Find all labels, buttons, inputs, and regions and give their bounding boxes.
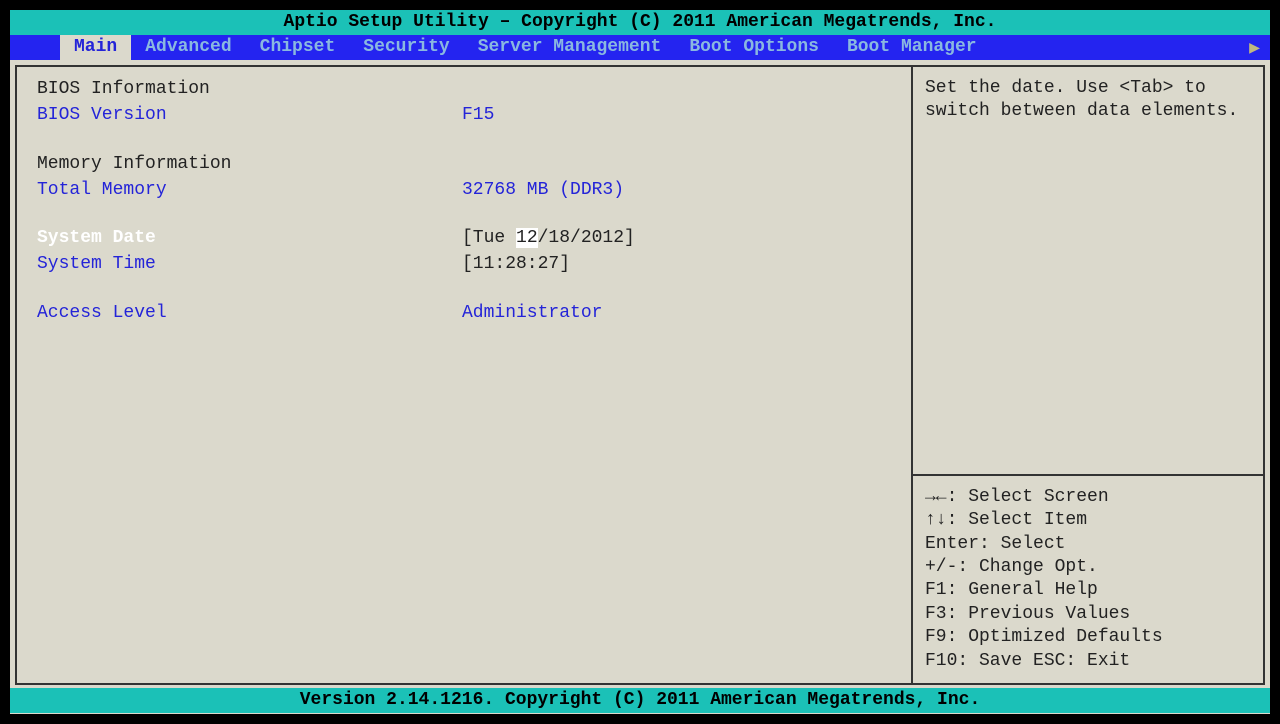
nav-select-screen: →←: Select Screen	[925, 486, 1251, 509]
system-date-value[interactable]: [Tue 12/18/2012]	[462, 226, 891, 250]
bios-screen: Aptio Setup Utility – Copyright (C) 2011…	[10, 10, 1270, 714]
nav-f10-esc: F10: Save ESC: Exit	[925, 650, 1251, 673]
tab-main[interactable]: Main	[60, 35, 131, 60]
system-date-label[interactable]: System Date	[37, 226, 462, 250]
nav-f1: F1: General Help	[925, 579, 1251, 602]
title-text: Aptio Setup Utility – Copyright (C) 2011…	[284, 12, 997, 32]
nav-enter: Enter: Select	[925, 533, 1251, 556]
total-memory-value: 32768 MB (DDR3)	[462, 178, 891, 202]
nav-help: →←: Select Screen ↑↓: Select Item Enter:…	[913, 474, 1263, 683]
nav-change-opt: +/-: Change Opt.	[925, 556, 1251, 579]
tab-bar: Main Advanced Chipset Security Server Ma…	[10, 35, 1270, 60]
tab-chipset[interactable]: Chipset	[246, 35, 350, 60]
content-frame: BIOS Information BIOS Version F15 Memory…	[15, 65, 1265, 685]
side-panel: Set the date. Use <Tab> to switch betwee…	[913, 67, 1263, 683]
bios-version-label: BIOS Version	[37, 103, 462, 127]
tab-server-management[interactable]: Server Management	[464, 35, 676, 60]
tab-advanced[interactable]: Advanced	[131, 35, 245, 60]
main-panel: BIOS Information BIOS Version F15 Memory…	[17, 67, 913, 683]
nav-select-item: ↑↓: Select Item	[925, 509, 1251, 532]
title-bar: Aptio Setup Utility – Copyright (C) 2011…	[10, 10, 1270, 35]
tab-scroll-right-icon[interactable]: ▶	[1249, 37, 1260, 59]
footer-text: Version 2.14.1216. Copyright (C) 2011 Am…	[300, 690, 981, 710]
tab-boot-options[interactable]: Boot Options	[675, 35, 833, 60]
access-level-value: Administrator	[462, 301, 891, 325]
memory-info-heading: Memory Information	[37, 152, 462, 176]
nav-f9: F9: Optimized Defaults	[925, 626, 1251, 649]
help-text: Set the date. Use <Tab> to switch betwee…	[913, 67, 1263, 474]
tab-security[interactable]: Security	[349, 35, 463, 60]
tab-boot-manager[interactable]: Boot Manager	[833, 35, 991, 60]
system-time-label[interactable]: System Time	[37, 252, 462, 276]
access-level-label: Access Level	[37, 301, 462, 325]
system-time-value[interactable]: [11:28:27]	[462, 252, 891, 276]
footer-bar: Version 2.14.1216. Copyright (C) 2011 Am…	[10, 688, 1270, 713]
nav-f3: F3: Previous Values	[925, 603, 1251, 626]
bios-info-heading: BIOS Information	[37, 77, 462, 101]
bios-version-value: F15	[462, 103, 891, 127]
system-date-month-field[interactable]: 12	[516, 228, 538, 248]
total-memory-label: Total Memory	[37, 178, 462, 202]
